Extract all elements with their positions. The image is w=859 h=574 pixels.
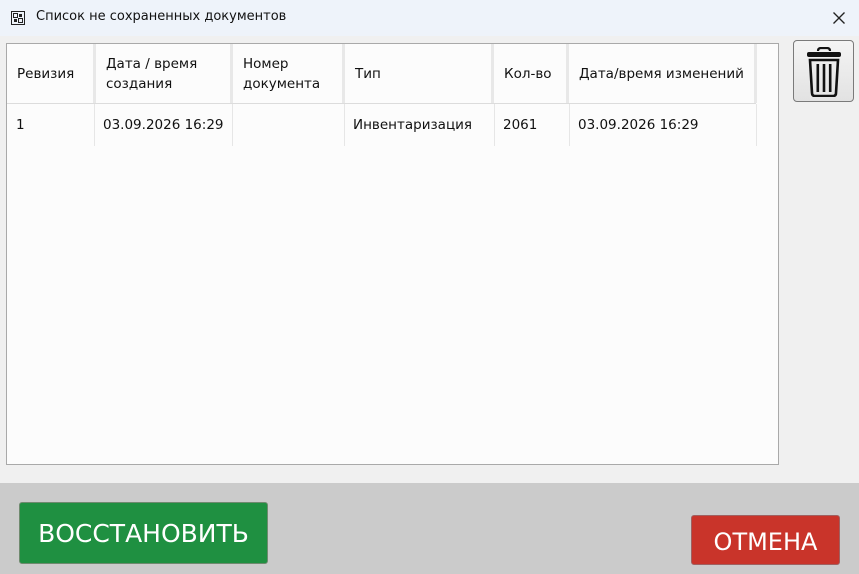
column-header-created[interactable]: Дата / время создания <box>96 44 230 103</box>
grid-header: Ревизия Дата / время создания Номер доку… <box>7 44 778 103</box>
cell-created: 03.09.2026 16:29 <box>103 117 224 133</box>
window-title: Список не сохраненных документов <box>36 9 287 24</box>
cell-quantity: 2061 <box>503 117 538 133</box>
grid-app-icon <box>11 10 25 25</box>
cell-doc-number <box>232 104 344 146</box>
cell-revision: 1 <box>16 117 25 133</box>
restore-button[interactable]: ВОССТАНОВИТЬ <box>19 502 268 564</box>
column-header-type[interactable]: Тип <box>345 44 491 103</box>
title-bar: Список не сохраненных документов <box>0 0 859 36</box>
close-icon <box>833 12 845 24</box>
column-header-modified[interactable]: Дата/время изменений <box>569 44 754 103</box>
cell-type: Инвентаризация <box>353 117 473 133</box>
delete-button[interactable] <box>793 40 854 102</box>
table-row[interactable]: 1 03.09.2026 16:29 Инвентаризация 2061 0… <box>7 104 756 146</box>
cell-modified: 03.09.2026 16:29 <box>578 117 699 133</box>
column-header-doc-number[interactable]: Номер документа <box>233 44 342 103</box>
trash-icon <box>807 47 841 97</box>
close-button[interactable] <box>826 6 852 30</box>
column-header-quantity[interactable]: Кол-во <box>494 44 566 103</box>
column-header-revision[interactable]: Ревизия <box>7 44 93 103</box>
cancel-button[interactable]: ОТМЕНА <box>691 515 840 565</box>
documents-grid[interactable]: Ревизия Дата / время создания Номер доку… <box>6 43 779 465</box>
